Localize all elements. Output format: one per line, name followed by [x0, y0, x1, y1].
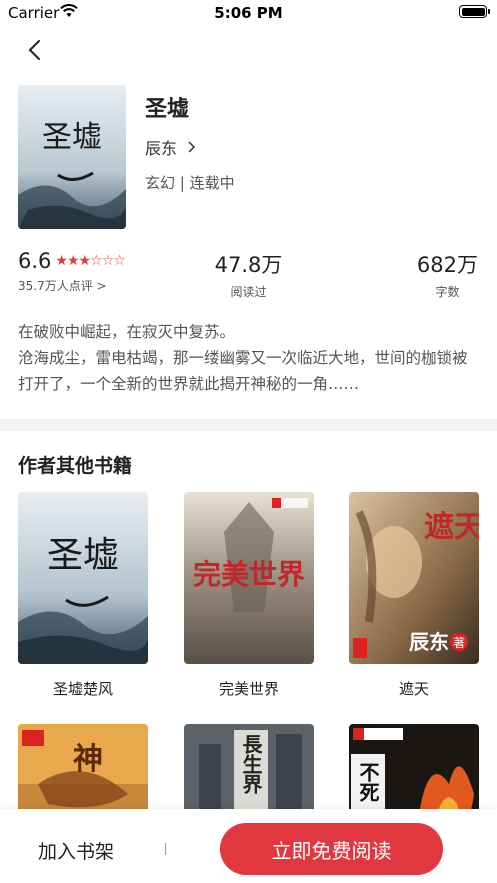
star-filled-icon: ★ — [66, 253, 80, 269]
clock: 5:06 PM — [214, 4, 283, 22]
book-card[interactable]: 完美世界 完美世界 — [184, 492, 314, 699]
star-empty-icon: ☆ — [113, 253, 126, 269]
star-filled-icon: ★ — [55, 253, 68, 269]
book-card-cover: 圣墟 — [18, 492, 148, 664]
book-card-cover-text: 遮天 — [424, 510, 479, 545]
book-tags: 玄幻 | 连载中 — [145, 174, 235, 192]
bar-separator — [165, 843, 166, 855]
back-button[interactable] — [20, 36, 48, 64]
add-to-shelf-button[interactable]: 加入书架 — [38, 837, 114, 864]
chevron-left-icon — [28, 40, 40, 60]
bottom-action-bar: 加入书架 立即免费阅读 — [0, 809, 497, 883]
section-divider — [0, 419, 497, 431]
book-card[interactable]: 遮天 辰东 著 遮天 — [349, 492, 479, 699]
description-line-2: 沧海成尘，雷电枯竭，那一缕幽雾又一次临近大地，世间的枷锁被打开了，一个全新的世界… — [18, 349, 468, 393]
book-description[interactable]: 在破败中崛起，在寂灭中复苏。 沧海成尘，雷电枯竭，那一缕幽雾又一次临近大地，世间… — [18, 319, 480, 397]
battery-icon — [459, 5, 490, 18]
book-card-title: 完美世界 — [218, 680, 279, 698]
book-card-cover: 完美世界 — [184, 492, 314, 664]
words-block: 682万 字数 — [417, 249, 478, 300]
book-card[interactable]: 圣墟 圣墟楚风 — [18, 492, 148, 699]
author-name: 辰东 — [145, 139, 178, 158]
status-bar: Carrier 5:06 PM — [0, 0, 497, 26]
other-books-title: 作者其他书籍 — [18, 455, 133, 477]
chevron-right-icon — [188, 141, 196, 153]
book-card-cover-text: 長生界 — [239, 734, 263, 795]
book-card-cover-badge: 著 — [453, 636, 465, 650]
cover-title-text: 圣墟 — [42, 120, 102, 155]
book-card-cover-text: 完美世界 — [193, 558, 305, 591]
read-free-button[interactable]: 立即免费阅读 — [220, 823, 443, 875]
book-cover: 圣墟 — [18, 85, 126, 229]
description-line-1: 在破败中崛起，在寂灭中复苏。 — [18, 323, 236, 341]
book-card-title: 遮天 — [398, 680, 429, 698]
rating-block[interactable]: 6.6 ★★★☆☆☆ 35.7万人点评 > — [18, 249, 126, 294]
book-card-cover-text: 不死 — [356, 762, 380, 802]
book-card-cover-text: 神 — [73, 742, 103, 777]
rating-score: 6.6 — [18, 249, 52, 273]
star-filled-icon: ★ — [78, 253, 92, 269]
rating-count: 35.7万人点评 > — [18, 279, 107, 293]
words-label: 字数 — [435, 285, 460, 299]
book-card-cover: 遮天 辰东 著 — [349, 492, 479, 664]
words-count: 682万 — [416, 253, 478, 277]
star-empty-icon: ☆ — [90, 253, 103, 269]
star-empty-icon: ☆ — [101, 253, 115, 269]
author-link[interactable]: 辰东 — [145, 135, 197, 159]
book-card-title: 圣墟楚风 — [52, 680, 113, 698]
book-card-cover-author: 辰东 — [409, 630, 449, 654]
book-card-cover-text: 圣墟 — [47, 535, 119, 576]
book-title: 圣墟 — [145, 97, 190, 122]
rating-stars: ★★★☆☆☆ — [55, 253, 126, 269]
